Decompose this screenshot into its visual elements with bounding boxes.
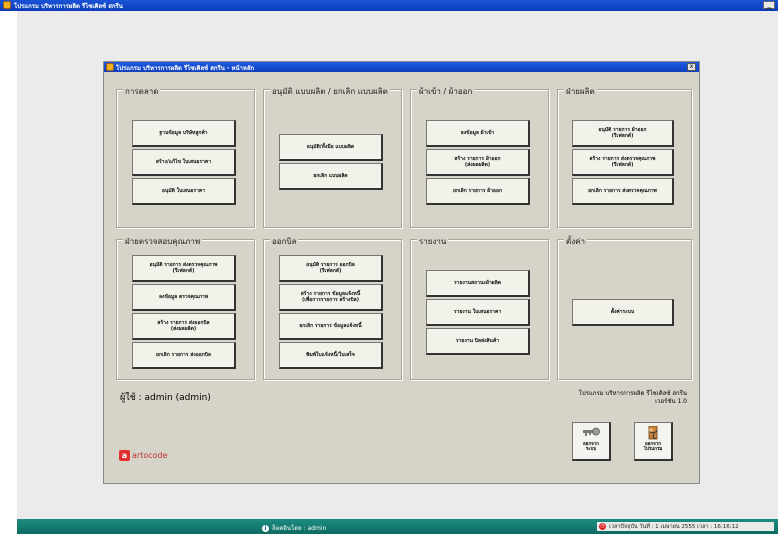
- main-menu-window: โปรแกรม บริหารการผลิต รีไซเคิลซ์ สกรีน -…: [103, 61, 700, 484]
- datetime-panel: ◷ เวลาปัจจุบัน วันที่ : 1 เมษายน 2555 เว…: [597, 522, 774, 531]
- group-fabric: ผ้าเข้า / ผ้าออก ลงข้อมูล ผ้าเข้า สร้าง …: [410, 85, 549, 228]
- cancel-invoice-data-button[interactable]: ยกเลิก รายการ ข้อมูลแจ้งหนี้: [279, 313, 383, 340]
- create-invoice-data-button[interactable]: สร้าง รายการ ข้อมูลแจ้งหนี้ (เพื่อการราย…: [279, 284, 383, 311]
- current-user-label: ผู้ใช้ : admin (admin): [120, 393, 211, 403]
- app-icon: [3, 1, 11, 9]
- cancel-bill-request-button[interactable]: ยกเลิก รายการ ส่งออกบิล: [132, 342, 236, 369]
- fabric-in-button[interactable]: ลงข้อมูล ผ้าเข้า: [426, 120, 530, 147]
- exit-program-button[interactable]: ออกจาก โปรแกรม: [634, 422, 673, 461]
- group-title-marketing: การตลาด: [123, 85, 161, 98]
- exit-label: ออกจาก โปรแกรม: [643, 442, 663, 452]
- edit-quotation-button[interactable]: สร้าง/แก้ไข ใบเสนอราคา: [132, 149, 236, 176]
- artocode-logo: a artocode: [119, 450, 168, 461]
- group-title-fabric: ผ้าเข้า / ผ้าออก: [417, 85, 475, 98]
- logo-text: artocode: [132, 451, 168, 460]
- artocode-logo-icon: a: [119, 450, 130, 461]
- version-info: โปรแกรม บริหารการผลิต รีไซเคิลซ์ สกรีน เ…: [578, 390, 687, 405]
- info-icon: i: [262, 524, 269, 532]
- window-title: โปรแกรม บริหารการผลิต รีไซเคิลซ์ สกรีน -…: [116, 65, 255, 72]
- window-close-button[interactable]: x: [687, 63, 696, 71]
- login-status-text: ล็อคอินโดย : admin: [272, 525, 327, 532]
- approve-bill-button[interactable]: อนุมัติ รายการ ออกบิล (รีเฟลกต์): [279, 255, 383, 282]
- print-invoice-button[interactable]: พิมพ์ใบแจ้งหนี้/ใบเสร็จ: [279, 342, 383, 369]
- outer-window-controls[interactable]: _ □: [763, 1, 775, 14]
- production-status-report-button[interactable]: รายงานสถานะผ้าผลิต: [426, 270, 530, 297]
- cancel-design-button[interactable]: ยกเลิก แบบผลิต: [279, 163, 383, 190]
- group-title-qc: ฝ่ายตรวจสอบคุณภาพ: [123, 235, 203, 248]
- outer-window-title: โปรแกรม บริหารการผลิต รีไซเคิลซ์ สกรีน: [14, 3, 123, 10]
- group-title-billing: ออกบิล: [270, 235, 299, 248]
- status-bar: i ล็อคอินโดย : admin ◷ เวลาปัจจุบัน วันท…: [17, 519, 778, 534]
- logout-label: ออกจาก ระบบ: [582, 442, 600, 452]
- group-marketing: การตลาด ฐานข้อมูล บริษัทลูกค้า สร้าง/แก้…: [116, 85, 255, 228]
- approve-quotation-button[interactable]: อนุมัติ ใบเสนอราคา: [132, 178, 236, 205]
- group-billing: ออกบิล อนุมัติ รายการ ออกบิล (รีเฟลกต์) …: [263, 235, 402, 380]
- cancel-fabric-out-button[interactable]: ยกเลิก รายการ ผ้าออก: [426, 178, 530, 205]
- system-settings-button[interactable]: ตั้งค่าระบบ: [572, 299, 674, 326]
- approve-qc-request-button[interactable]: อนุมัติ รายการ ส่งตรวจคุณภาพ (รีเฟลกต์): [132, 255, 236, 282]
- create-fabric-out-button[interactable]: สร้าง รายการ ผ้าออก (ส่งผลผลิต): [426, 149, 530, 176]
- approve-fabric-out-button[interactable]: อนุมัติ รายการ ผ้าออก (รีเฟลกต์): [572, 120, 674, 147]
- login-status: i ล็อคอินโดย : admin: [262, 523, 326, 533]
- group-title-settings: ตั้งค่า: [564, 235, 587, 248]
- outer-titlebar: โปรแกรม บริหารการผลิต รีไซเคิลซ์ สกรีน _…: [0, 0, 778, 14]
- create-bill-request-button[interactable]: สร้าง รายการ ส่งออกบิล (ส่งผลผลิต): [132, 313, 236, 340]
- delivery-bill-report-button[interactable]: รายงาน บิลส่งสินค้า: [426, 328, 530, 355]
- group-title-report: รายงาน: [417, 235, 449, 248]
- group-design: อนุมัติ แบบผลิต / ยกเลิก แบบผลิต อนุมัติ…: [263, 85, 402, 228]
- create-qc-request-button[interactable]: สร้าง รายการ ส่งตรวจคุณภาพ (รีเฟลกต์): [572, 149, 674, 176]
- cancel-qc-request-button[interactable]: ยกเลิก รายการ ส่งตรวจคุณภาพ: [572, 178, 674, 205]
- group-title-production: ฝ่ายผลิต: [564, 85, 597, 98]
- key-icon: [583, 427, 600, 436]
- group-production: ฝ่ายผลิต อนุมัติ รายการ ผ้าออก (รีเฟลกต์…: [557, 85, 692, 228]
- quotation-report-button[interactable]: รายงาน ใบเสนอราคา: [426, 299, 530, 326]
- customer-database-button[interactable]: ฐานข้อมูล บริษัทลูกค้า: [132, 120, 236, 147]
- datetime-text: เวลาปัจจุบัน วันที่ : 1 เมษายน 2555 เวลา…: [609, 523, 739, 530]
- window-app-icon: [106, 63, 114, 71]
- qc-data-entry-button[interactable]: ลงข้อมูล ตรวจคุณภาพ: [132, 284, 236, 311]
- group-qc: ฝ่ายตรวจสอบคุณภาพ อนุมัติ รายการ ส่งตรวจ…: [116, 235, 255, 380]
- exit-icon: [648, 426, 658, 440]
- clock-icon: ◷: [599, 523, 606, 530]
- group-report: รายงาน รายงานสถานะผ้าผลิต รายงาน ใบเสนอร…: [410, 235, 549, 380]
- logout-button[interactable]: ออกจาก ระบบ: [572, 422, 611, 461]
- approve-design-button[interactable]: อนุมัติ/ทั้งมือ แบบผลิต: [279, 134, 383, 161]
- group-settings: ตั้งค่า ตั้งค่าระบบ: [557, 235, 692, 380]
- group-title-design: อนุมัติ แบบผลิต / ยกเลิก แบบผลิต: [270, 85, 390, 98]
- window-titlebar: โปรแกรม บริหารการผลิต รีไซเคิลซ์ สกรีน -…: [104, 62, 699, 72]
